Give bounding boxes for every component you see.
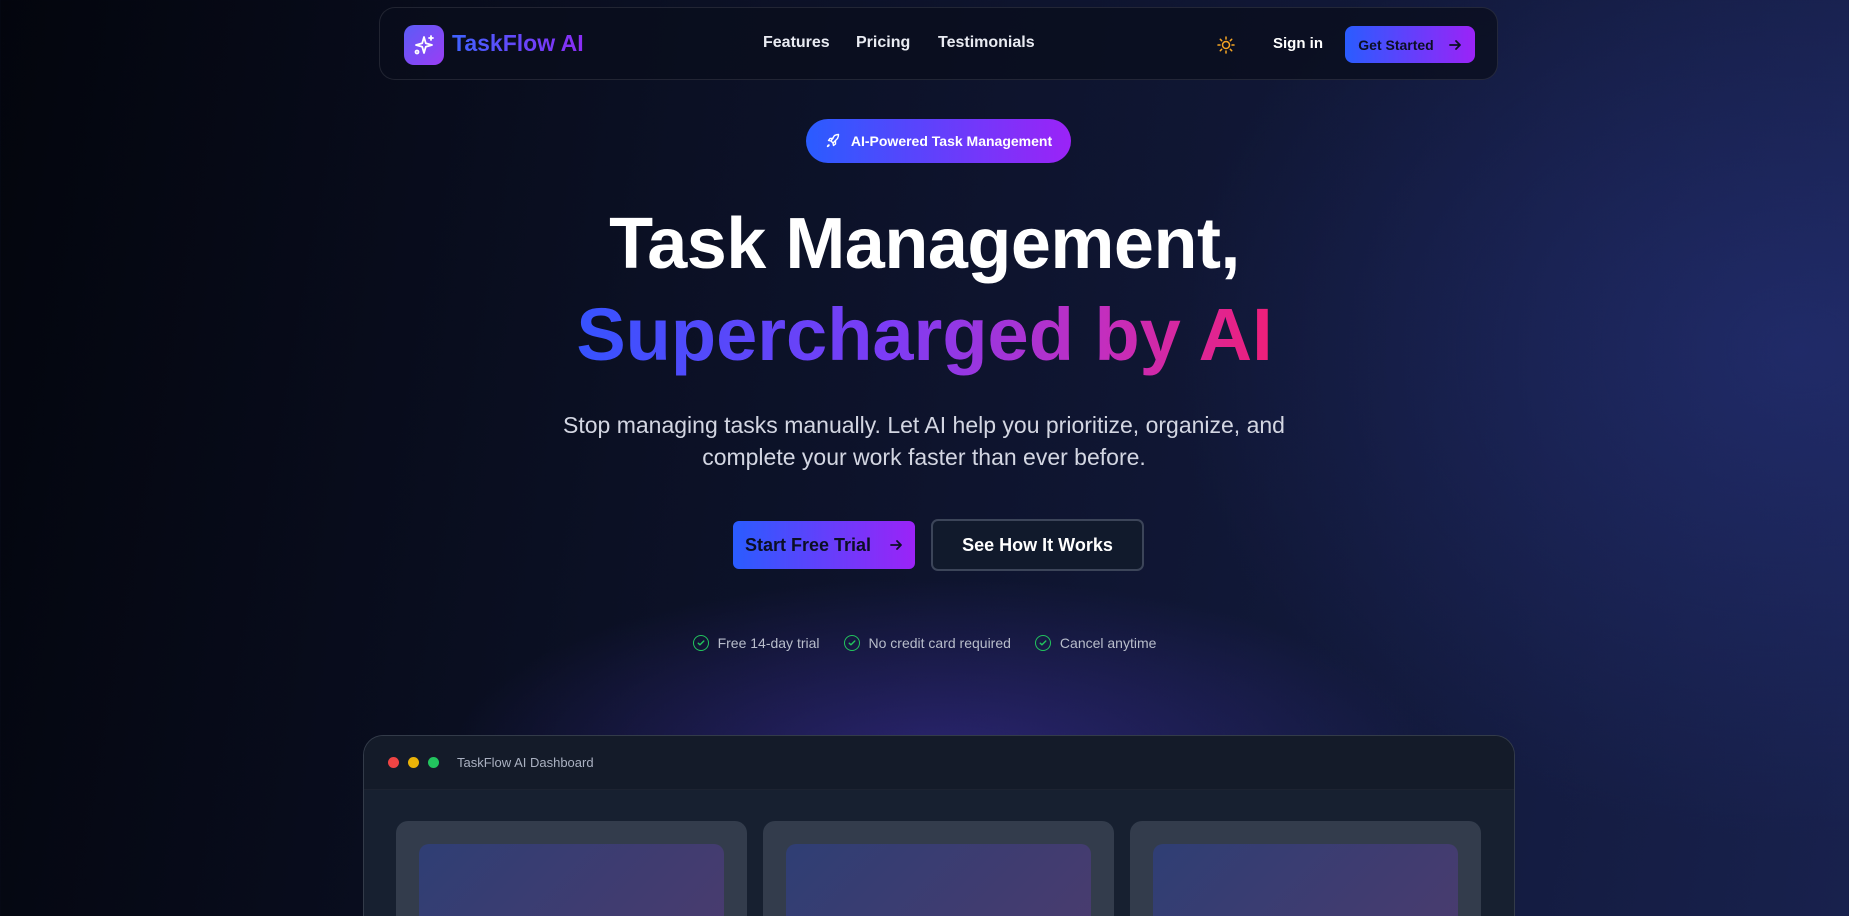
perk-item: No credit card required: [843, 635, 1011, 651]
dashboard-preview: TaskFlow AI Dashboard: [363, 735, 1515, 916]
dashboard-card-content: [1153, 844, 1458, 916]
perk-item: Free 14-day trial: [692, 635, 820, 651]
arrow-right-icon: [890, 540, 902, 550]
hero-badge-label: AI-Powered Task Management: [850, 133, 1053, 149]
perks-list: Free 14-day trial No credit card require…: [0, 635, 1849, 651]
rocket-icon: [826, 133, 840, 148]
check-circle-icon: [692, 635, 709, 651]
dashboard-card: [1130, 821, 1481, 916]
see-how-it-works-button[interactable]: See How It Works: [931, 519, 1144, 571]
perk-label: No credit card required: [868, 635, 1011, 651]
logo-sparkles-icon[interactable]: [404, 25, 444, 65]
sun-icon[interactable]: [1216, 35, 1236, 55]
nav-link-pricing[interactable]: Pricing: [856, 34, 910, 52]
perk-label: Cancel anytime: [1059, 635, 1157, 651]
hero-subtitle: Stop managing tasks manually. Let AI hel…: [563, 412, 1285, 470]
nav-link-testimonials[interactable]: Testimonials: [938, 34, 1035, 52]
hero-headline-gradient-text: Supercharged by AI: [576, 293, 1273, 376]
get-started-button[interactable]: Get Started: [1345, 26, 1475, 63]
start-free-trial-button[interactable]: Start Free Trial: [733, 521, 915, 569]
hero-headline: Task Management,: [609, 204, 1240, 284]
dashboard-card-content: [786, 844, 1091, 916]
check-circle-icon: [843, 635, 860, 651]
dashboard-card-content: [419, 844, 724, 916]
start-free-trial-label: Start Free Trial: [744, 534, 872, 555]
brand-name[interactable]: TaskFlow AI: [452, 30, 584, 57]
window-minimize-dot: [408, 757, 419, 768]
window-close-dot: [388, 757, 399, 768]
navbar: TaskFlow AI Features Pricing Testimonial…: [379, 7, 1498, 80]
hero-headline-gradient: Supercharged by AI: [0, 292, 1849, 378]
check-circle-icon: [1034, 635, 1051, 651]
hero-badge: AI-Powered Task Management: [806, 119, 1071, 163]
perk-label: Free 14-day trial: [717, 635, 820, 651]
perk-item: Cancel anytime: [1034, 635, 1157, 651]
dashboard-window-bar: TaskFlow AI Dashboard: [364, 736, 1514, 790]
dashboard-card: [396, 821, 747, 916]
get-started-label: Get Started: [1358, 36, 1434, 53]
dashboard-title: TaskFlow AI Dashboard: [457, 755, 594, 770]
nav-link-features[interactable]: Features: [763, 34, 830, 52]
window-maximize-dot: [428, 757, 439, 768]
signin-link[interactable]: Sign in: [1273, 35, 1323, 52]
dashboard-card: [763, 821, 1114, 916]
arrow-right-icon: [1448, 39, 1461, 50]
